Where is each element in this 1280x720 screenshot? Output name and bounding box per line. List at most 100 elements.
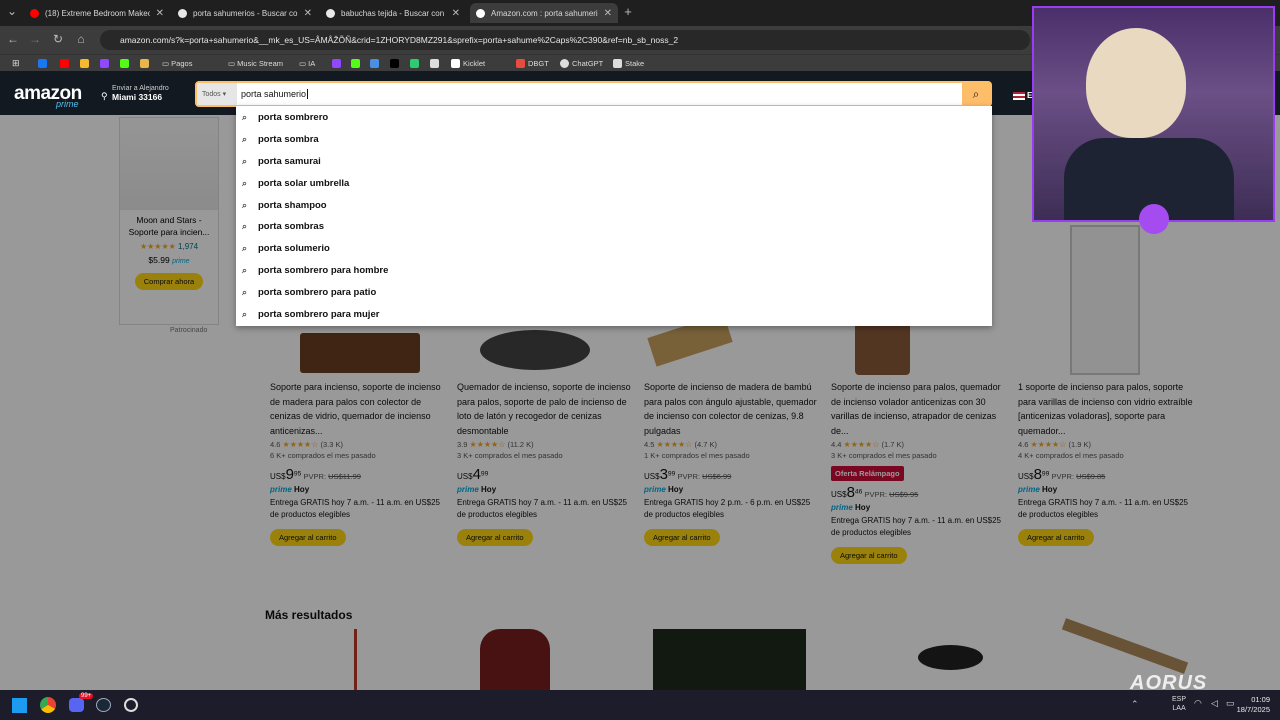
suggestion-item[interactable]: ⌕ porta sombrero	[236, 107, 992, 129]
add-to-cart-button[interactable]: Agregar al carrito	[644, 529, 720, 546]
bookmark-folder-pagos[interactable]: ▭ Pagos	[162, 58, 192, 69]
review-count[interactable]: (4.7 K)	[694, 440, 717, 449]
bookmark-twitch[interactable]	[100, 58, 112, 69]
currency: US$	[457, 472, 473, 481]
bookmark-kick-2[interactable]	[351, 58, 363, 69]
suggestion-text: porta sombrero para patio	[258, 286, 377, 298]
bookmark-kick[interactable]	[120, 58, 132, 69]
us-flag-icon[interactable]	[1013, 92, 1025, 100]
tab-google-babuchas[interactable]: babuchas tejida - Buscar con G ✕	[320, 3, 466, 23]
search-bar[interactable]: Todos ▾ porta sahumerio ⌕	[195, 81, 992, 107]
suggestion-item[interactable]: ⌕ porta sombrero para hombre	[236, 260, 992, 282]
binance-icon	[80, 59, 89, 68]
deliver-to[interactable]: ⚲ Enviar a Alejandro Miami 33166	[101, 85, 169, 102]
close-icon[interactable]: ✕	[156, 8, 164, 19]
language-indicator[interactable]: ESP LAA	[1172, 695, 1186, 713]
bookmark-chatgpt[interactable]: ChatGPT	[560, 58, 603, 69]
bookmark-tiktok[interactable]	[390, 58, 402, 69]
speaker-icon[interactable]: ◁	[1211, 698, 1218, 709]
add-to-cart-button[interactable]: Agregar al carrito	[831, 547, 907, 564]
chatgpt-icon	[560, 59, 569, 68]
review-count[interactable]: (1.7 K)	[881, 440, 904, 449]
bookmark-folder-ia[interactable]: ▭ IA	[299, 58, 315, 69]
product-image[interactable]	[918, 645, 983, 670]
product-card[interactable]: 1 soporte de incienso para palos, soport…	[1018, 380, 1193, 546]
ad-title[interactable]: Moon and Stars - Soporte para incien...	[120, 210, 218, 242]
product-card[interactable]: Soporte de incienso para palos, quemador…	[831, 380, 1006, 564]
search-input[interactable]: porta sahumerio	[241, 89, 309, 99]
product-image[interactable]	[855, 320, 910, 375]
back-icon[interactable]: ←	[5, 32, 21, 46]
home-icon[interactable]: ⌂	[73, 32, 89, 46]
suggestion-item[interactable]: ⌕ porta sombra	[236, 129, 992, 151]
review-count[interactable]: (3.3 K)	[320, 440, 343, 449]
close-icon[interactable]: ✕	[304, 8, 312, 19]
discord-icon[interactable]	[69, 698, 84, 712]
suggestion-item[interactable]: ⌕ porta solar umbrella	[236, 172, 992, 194]
product-card[interactable]: Soporte de incienso de madera de bambú p…	[644, 380, 819, 546]
bookmark-twitch-2[interactable]	[332, 58, 344, 69]
suggestion-item[interactable]: ⌕ porta sombrero para mujer	[236, 303, 992, 325]
bookmark-misc[interactable]	[140, 58, 152, 69]
windows-start-icon[interactable]	[12, 698, 27, 713]
tab-youtube[interactable]: (18) Extreme Bedroom Makeov ✕	[24, 3, 170, 23]
bookmark-kicklet[interactable]: Kicklet	[451, 58, 485, 69]
product-image[interactable]	[480, 629, 550, 690]
product-image[interactable]	[1061, 618, 1189, 674]
forward-icon[interactable]: →	[27, 32, 43, 46]
suggestion-item[interactable]: ⌕ porta shampoo	[236, 194, 992, 216]
bookmark-dbgt[interactable]: DBGT	[516, 58, 549, 69]
add-to-cart-button[interactable]: Agregar al carrito	[457, 529, 533, 546]
review-count[interactable]: (11.2 K)	[507, 440, 533, 449]
tab-google-sahumerios[interactable]: porta sahumerios - Buscar con C ✕	[172, 3, 318, 23]
close-icon[interactable]: ✕	[604, 8, 612, 19]
steam-icon[interactable]	[96, 698, 111, 712]
clock[interactable]: 01:09 18/7/2025	[1230, 695, 1270, 715]
product-image[interactable]	[300, 333, 420, 373]
suggestion-item[interactable]: ⌕ porta samurai	[236, 151, 992, 173]
reload-icon[interactable]: ↻	[50, 32, 66, 46]
suggestion-item[interactable]: ⌕ porta sombrero para patio	[236, 281, 992, 303]
add-to-cart-button[interactable]: Agregar al carrito	[270, 529, 346, 546]
product-title[interactable]: Soporte de incienso de madera de bambú p…	[644, 380, 819, 438]
product-card[interactable]: Quemador de incienso, soporte de inciens…	[457, 380, 632, 546]
product-image[interactable]	[480, 330, 590, 370]
sponsored-ad[interactable]: Moon and Stars - Soporte para incien... …	[119, 117, 219, 325]
product-image[interactable]	[354, 629, 357, 690]
bookmark-folder-music[interactable]: ▭ Music Stream	[228, 58, 283, 69]
add-to-cart-button[interactable]: Agregar al carrito	[1018, 529, 1094, 546]
app-icon[interactable]	[124, 698, 138, 712]
bookmark-binance[interactable]	[80, 58, 92, 69]
bookmark-facebook[interactable]	[38, 58, 50, 69]
wifi-icon[interactable]: ◠	[1194, 698, 1202, 709]
product-image[interactable]	[1070, 225, 1140, 375]
bookmark-stake[interactable]: Stake	[613, 58, 644, 69]
product-title[interactable]: Soporte para incienso, soporte de incien…	[270, 380, 445, 438]
tab-list-icon[interactable]: ⌄	[4, 4, 20, 18]
close-icon[interactable]: ✕	[452, 8, 460, 19]
product-title[interactable]: Soporte de incienso para palos, quemador…	[831, 380, 1006, 438]
product-title[interactable]: Quemador de incienso, soporte de inciens…	[457, 380, 632, 438]
product-card[interactable]: Soporte para incienso, soporte de incien…	[270, 380, 445, 546]
chrome-icon[interactable]	[40, 697, 56, 713]
suggestion-item[interactable]: ⌕ porta solumerio	[236, 238, 992, 260]
address-bar[interactable]: amazon.com/s?k=porta+sahumerio&__mk_es_U…	[100, 30, 1030, 50]
bought-count: 4 K+ comprados el mes pasado	[1018, 451, 1124, 460]
apps-grid-icon[interactable]: ⊞	[12, 58, 20, 69]
product-image[interactable]	[653, 629, 806, 690]
chevron-up-icon[interactable]: ⌃	[1131, 699, 1139, 710]
search-button[interactable]: ⌕	[962, 83, 990, 105]
bookmark-youtube[interactable]	[60, 58, 72, 69]
product-title[interactable]: 1 soporte de incienso para palos, soport…	[1018, 380, 1193, 438]
date: 18/7/2025	[1236, 705, 1270, 714]
bookmark-misc-2[interactable]	[430, 58, 442, 69]
search-category-dropdown[interactable]: Todos ▾	[197, 83, 237, 105]
suggestion-item[interactable]: ⌕ porta sombras	[236, 216, 992, 238]
review-count[interactable]: (1.9 K)	[1068, 440, 1091, 449]
tab-amazon[interactable]: Amazon.com : porta sahumerio ✕	[470, 3, 618, 23]
bookmark-link[interactable]	[370, 58, 382, 69]
buy-now-button[interactable]: Comprar ahora	[134, 273, 204, 290]
new-tab-button[interactable]: +	[620, 4, 636, 19]
bookmark-green[interactable]	[410, 58, 422, 69]
rating-value: 4.5	[644, 440, 655, 449]
